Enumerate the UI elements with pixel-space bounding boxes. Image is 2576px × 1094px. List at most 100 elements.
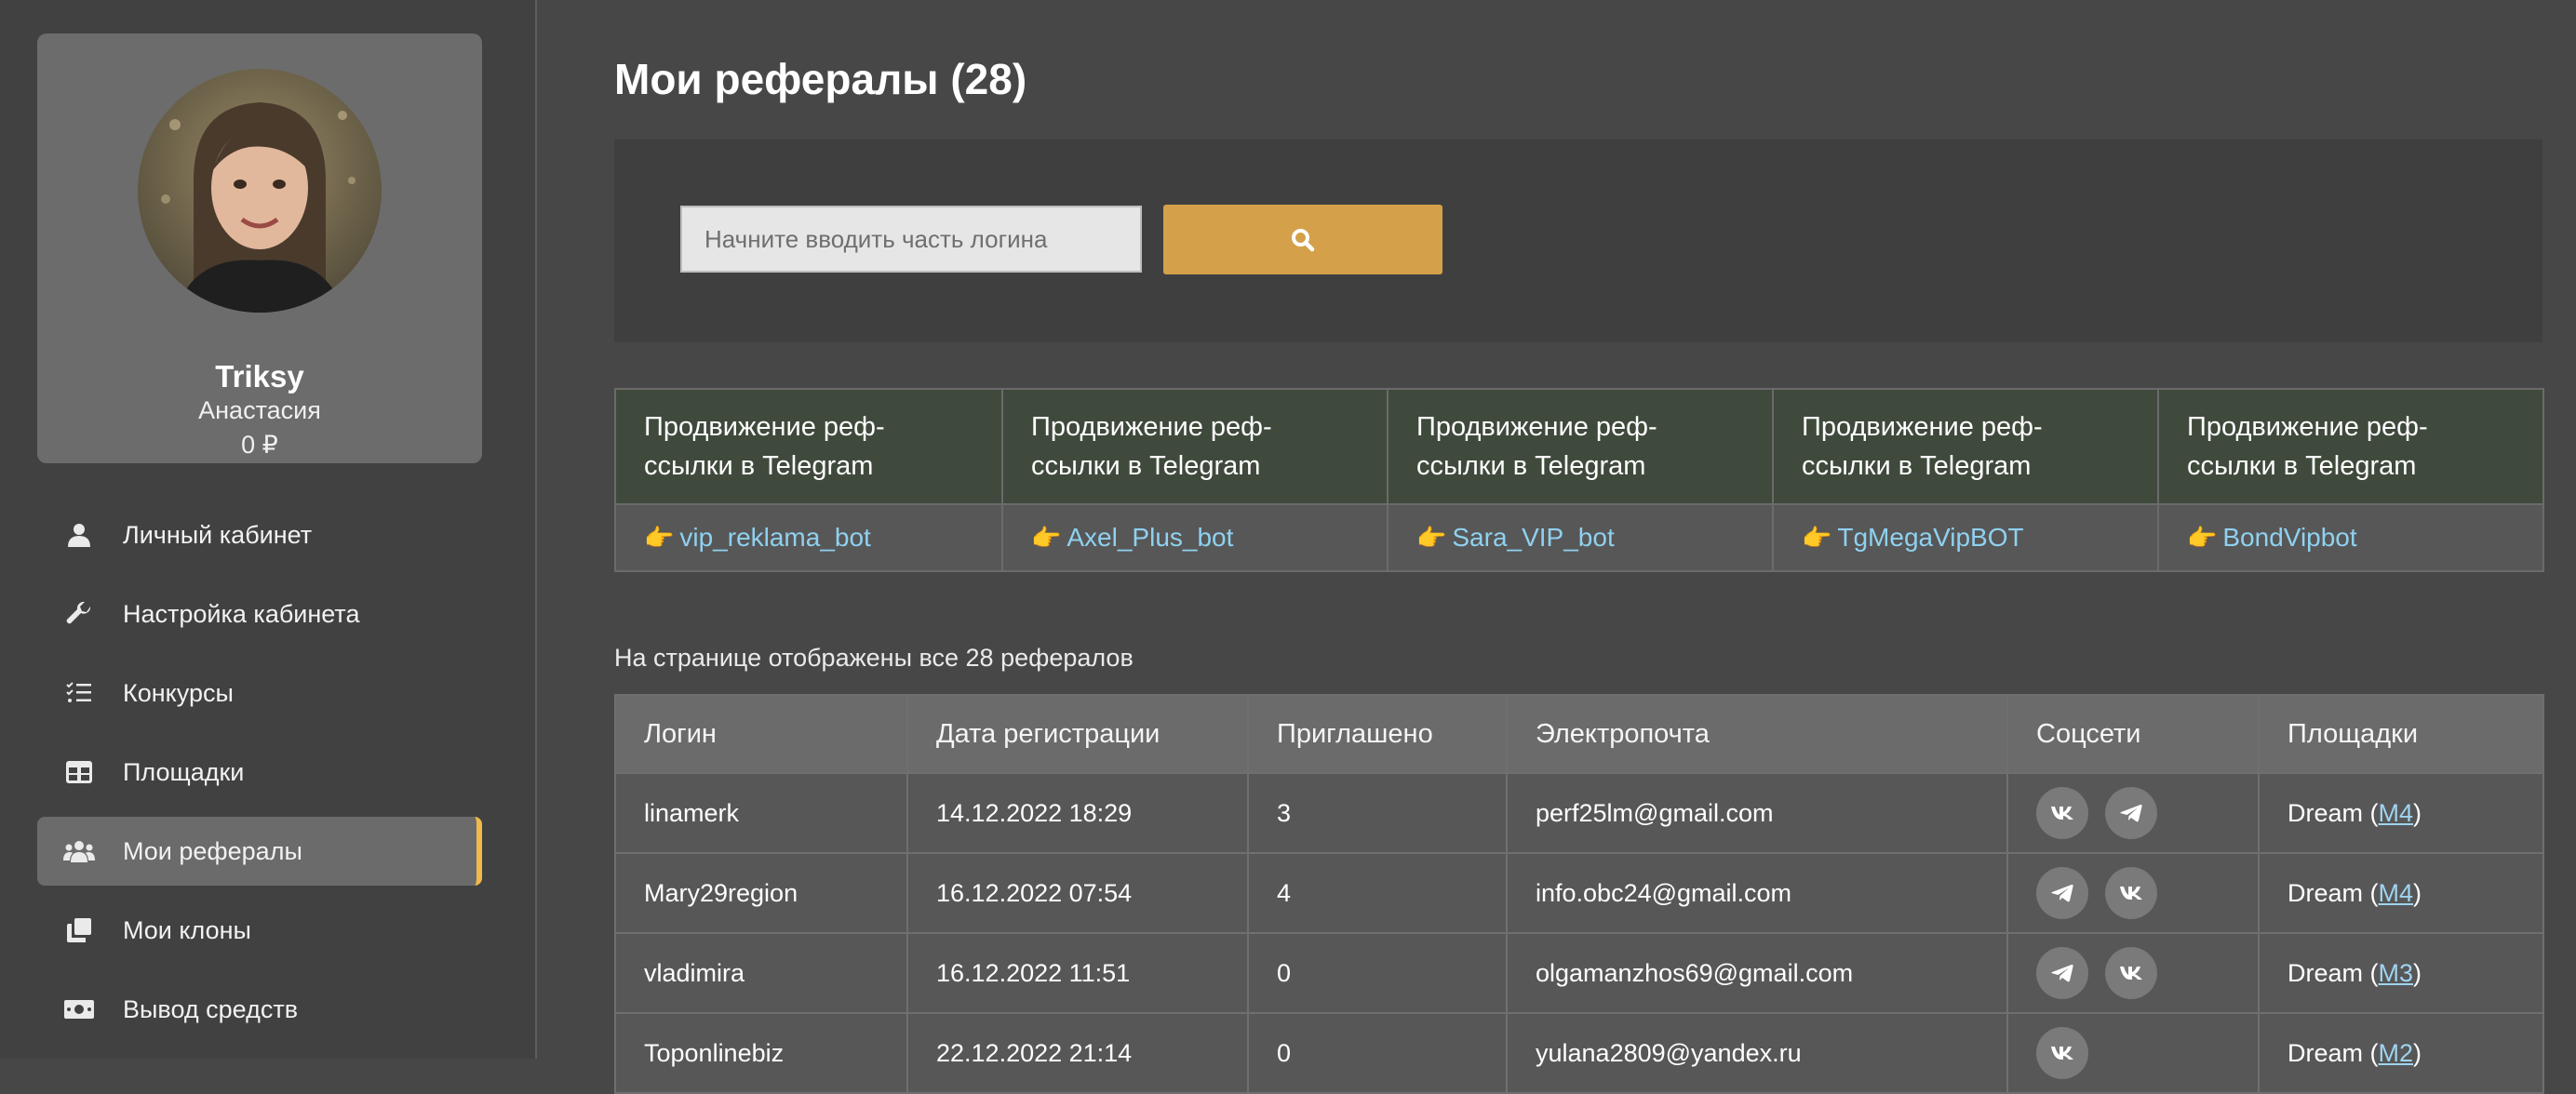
telegram-link[interactable] <box>2105 787 2157 839</box>
promo-title: Продвижение реф-ссылки в Telegram <box>1001 388 1389 505</box>
sidebar-item-clones[interactable]: Мои клоны <box>37 896 482 965</box>
column-header-invited[interactable]: Приглашено <box>1247 694 1508 774</box>
cell-socials <box>2006 772 2260 854</box>
cell-socials <box>2006 1012 2260 1094</box>
cell-email: perf25lm@gmail.com <box>1506 772 2008 854</box>
search-button[interactable] <box>1163 205 1442 274</box>
sidebar-menu: Личный кабинет Настройка кабинета Конкур… <box>37 500 482 1054</box>
avatar[interactable] <box>138 69 382 313</box>
user-icon <box>63 519 95 551</box>
sidebar-item-settings[interactable]: Настройка кабинета <box>37 580 482 648</box>
table-row: vladimira 16.12.2022 11:51 0 olgamanzhos69@… <box>614 932 2544 1014</box>
table-icon <box>63 756 95 788</box>
cell-date: 16.12.2022 11:51 <box>906 932 1249 1014</box>
platform-name: Dream <box>2288 798 2364 827</box>
bot-link[interactable]: TgMegaVipBOT <box>1837 523 2023 552</box>
list-check-icon <box>63 677 95 709</box>
vk-link[interactable] <box>2036 787 2088 839</box>
table-row: linamerk 14.12.2022 18:29 3 perf25lm@gmail.… <box>614 772 2544 854</box>
sidebar-item-label: Личный кабинет <box>123 520 313 549</box>
cell-invited: 3 <box>1247 772 1508 854</box>
cell-login: Toponlinebiz <box>614 1012 908 1094</box>
vk-link[interactable] <box>2105 867 2157 919</box>
search-panel <box>614 140 2542 342</box>
platform-name: Dream <box>2288 878 2364 907</box>
column-header-socials[interactable]: Соцсети <box>2006 694 2260 774</box>
bot-link[interactable]: Sara_VIP_bot <box>1452 523 1614 552</box>
promo-title: Продвижение реф-ссылки в Telegram <box>614 388 1003 505</box>
column-header-login[interactable]: Логин <box>614 694 908 774</box>
sidebar-item-platforms[interactable]: Площадки <box>37 738 482 807</box>
vk-link[interactable] <box>2036 1027 2088 1079</box>
platform-name: Dream <box>2288 958 2364 987</box>
platform-link[interactable]: M2 <box>2379 1039 2414 1067</box>
cell-email: info.obc24@gmail.com <box>1506 852 2008 934</box>
profile-name: Анастасия <box>198 396 321 424</box>
money-icon <box>63 994 95 1025</box>
promo-title: Продвижение реф-ссылки в Telegram <box>1772 388 2159 505</box>
wrench-icon <box>63 598 95 630</box>
promo-title: Продвижение реф-ссылки в Telegram <box>1387 388 1774 505</box>
pointing-hand-icon: 👉 <box>1802 523 1832 552</box>
cell-date: 16.12.2022 07:54 <box>906 852 1249 934</box>
sidebar-item-label: Настройка кабинета <box>123 599 360 628</box>
cell-date: 22.12.2022 21:14 <box>906 1012 1249 1094</box>
table-row: Mary29region 16.12.2022 07:54 4 info.obc24@… <box>614 852 2544 934</box>
telegram-link[interactable] <box>2036 947 2088 999</box>
referrals-count-info: На странице отображены все 28 рефералов <box>614 644 1134 672</box>
vk-icon <box>2050 806 2074 820</box>
vk-icon <box>2119 886 2143 901</box>
column-header-platforms[interactable]: Площадки <box>2258 694 2544 774</box>
cell-invited: 0 <box>1247 1012 1508 1094</box>
column-header-email[interactable]: Электропочта <box>1506 694 2008 774</box>
vk-link[interactable] <box>2105 947 2157 999</box>
sidebar-item-withdraw[interactable]: Вывод средств <box>37 975 482 1044</box>
cell-invited: 4 <box>1247 852 1508 934</box>
cell-email: olgamanzhos69@gmail.com <box>1506 932 2008 1014</box>
sidebar-item-label: Мои рефералы <box>123 836 302 865</box>
profile-balance: 0 ₽ <box>241 431 278 459</box>
referrals-table: Логин Дата регистрации Приглашено Электр… <box>614 694 2544 1094</box>
cell-platforms: Dream (M4) <box>2258 772 2544 854</box>
sidebar-item-label: Конкурсы <box>123 678 234 707</box>
platform-name: Dream <box>2288 1038 2364 1067</box>
platform-link[interactable]: M4 <box>2379 799 2414 827</box>
promo-bots-table: Продвижение реф-ссылки в Telegram Продви… <box>614 388 2544 572</box>
profile-login: Triksy <box>215 359 304 394</box>
bot-link[interactable]: vip_reklama_bot <box>679 523 870 552</box>
pointing-hand-icon: 👉 <box>644 523 675 552</box>
cell-login: Mary29region <box>614 852 908 934</box>
profile-card: Triksy Анастасия 0 ₽ <box>37 33 482 463</box>
main-content: Мои рефералы (28) Продвижение реф-ссылки… <box>614 0 2544 1094</box>
cell-platforms: Dream (M2) <box>2258 1012 2544 1094</box>
search-input[interactable] <box>680 206 1142 273</box>
sidebar-item-label: Вывод средств <box>123 994 299 1023</box>
sidebar-item-label: Мои клоны <box>123 915 251 944</box>
pointing-hand-icon: 👉 <box>1416 523 1447 552</box>
cell-socials <box>2006 852 2260 934</box>
platform-link[interactable]: M4 <box>2379 879 2414 907</box>
cell-platforms: Dream (M4) <box>2258 852 2544 934</box>
sidebar-item-referrals[interactable]: Мои рефералы <box>37 817 482 886</box>
column-header-date[interactable]: Дата регистрации <box>906 694 1249 774</box>
vk-icon <box>2119 966 2143 981</box>
cell-date: 14.12.2022 18:29 <box>906 772 1249 854</box>
cell-login: linamerk <box>614 772 908 854</box>
bot-link[interactable]: BondVipbot <box>2222 523 2356 552</box>
cell-login: vladimira <box>614 932 908 1014</box>
copy-icon <box>63 914 95 946</box>
promo-title: Продвижение реф-ссылки в Telegram <box>2157 388 2544 505</box>
platform-link[interactable]: M3 <box>2379 959 2414 987</box>
sidebar-item-contests[interactable]: Конкурсы <box>37 659 482 727</box>
bot-link[interactable]: Axel_Plus_bot <box>1067 523 1233 552</box>
search-icon <box>1292 228 1315 251</box>
pointing-hand-icon: 👉 <box>1031 523 1062 552</box>
table-row: Toponlinebiz 22.12.2022 21:14 0 yulana2809@… <box>614 1012 2544 1094</box>
pointing-hand-icon: 👉 <box>2187 523 2218 552</box>
sidebar: Triksy Анастасия 0 ₽ Личный кабинет Наст… <box>0 0 537 1059</box>
cell-email: yulana2809@yandex.ru <box>1506 1012 2008 1094</box>
page-title: Мои рефералы (28) <box>614 55 1027 103</box>
telegram-link[interactable] <box>2036 867 2088 919</box>
telegram-icon <box>2051 884 2073 902</box>
sidebar-item-dashboard[interactable]: Личный кабинет <box>37 500 482 569</box>
